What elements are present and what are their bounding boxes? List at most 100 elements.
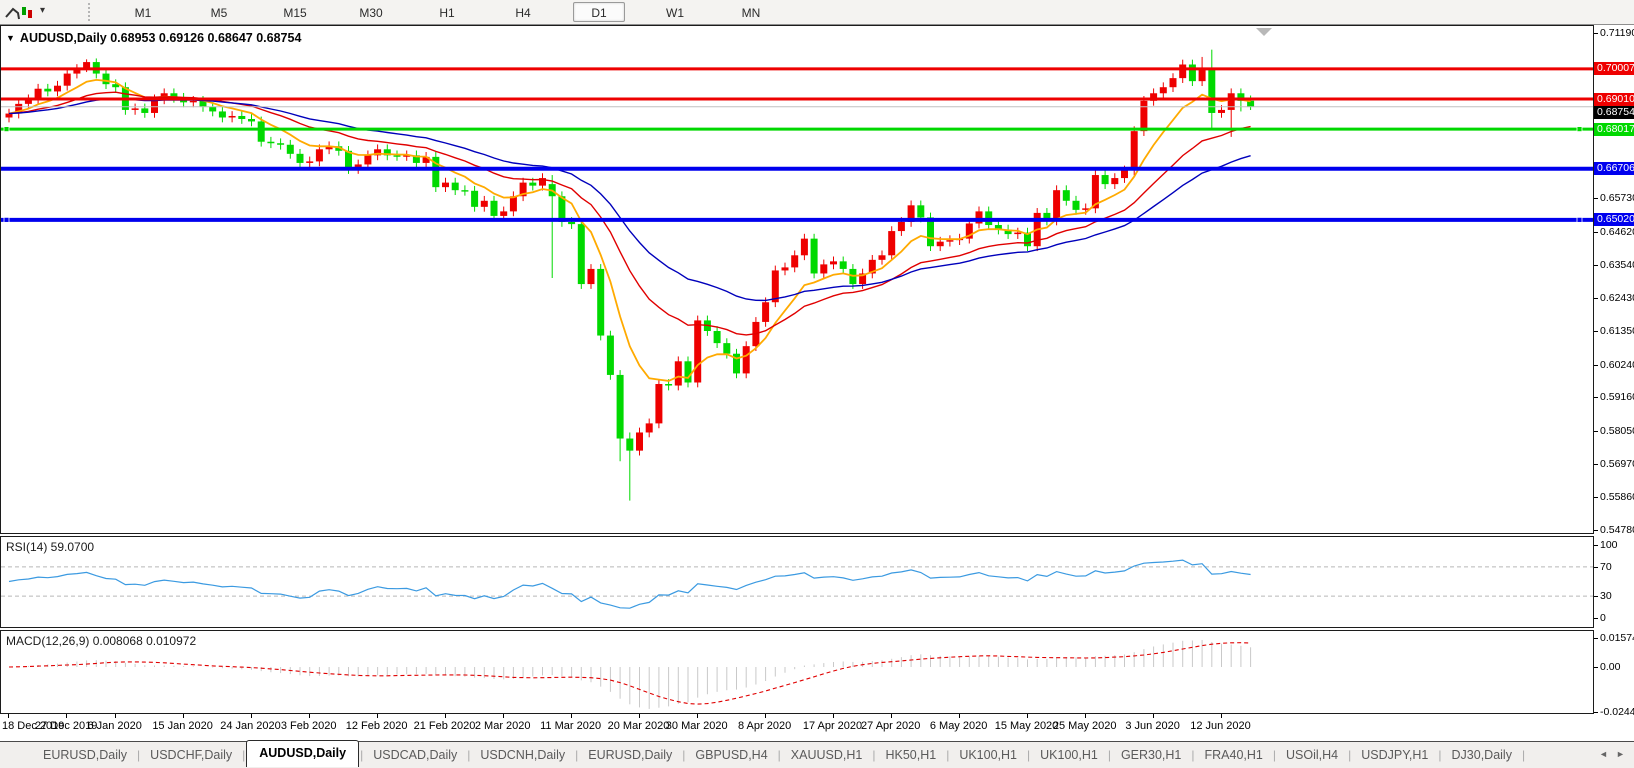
chart-tab-usdcad-daily[interactable]: USDCAD,Daily: [364, 744, 466, 766]
last-price-badge: 0.68754: [1594, 106, 1634, 119]
date-tick-label: 30 Mar 2020: [666, 720, 728, 732]
timeframe-button-m15[interactable]: M15: [269, 2, 321, 22]
price-tick: [1594, 331, 1598, 332]
chart-tab-gbpusd-h4[interactable]: GBPUSD,H4: [686, 744, 776, 766]
date-tick: [309, 714, 310, 718]
timeframe-button-mn[interactable]: MN: [725, 2, 777, 22]
line-drag-handle[interactable]: [4, 217, 9, 222]
chart-tab-hk50-h1[interactable]: HK50,H1: [876, 744, 945, 766]
price-tick-label: 0.62430: [1600, 292, 1634, 304]
date-tick-label: 20 Mar 2020: [608, 720, 670, 732]
date-tick: [1153, 714, 1154, 718]
date-tick: [833, 714, 834, 718]
chart-type-icon[interactable]: [4, 3, 34, 21]
price-line-badge-0.66706: 0.66706: [1594, 162, 1634, 175]
toolbar-grip: [88, 3, 90, 21]
price-tick: [1594, 638, 1598, 639]
macd-label: MACD(12,26,9) 0.008068 0.010972: [6, 634, 196, 648]
price-line-badge-0.69010: 0.69010: [1594, 93, 1634, 106]
chart-tab-uk100-h1[interactable]: UK100,H1: [1031, 744, 1107, 766]
candlestick-chart[interactable]: [1, 26, 1593, 533]
chart-tab-eurusd-daily[interactable]: EURUSD,Daily: [34, 744, 136, 766]
timeframe-toolbar: ▾ M1 M5 M15 M30 H1 H4 D1 W1 MN: [0, 0, 1634, 25]
collapse-triangle-icon[interactable]: ▼: [6, 33, 15, 43]
chart-tab-usdchf-daily[interactable]: USDCHF,Daily: [141, 744, 241, 766]
chart-shift-marker-icon[interactable]: [1256, 28, 1272, 36]
price-tick-label: 0.54780: [1600, 524, 1634, 536]
price-tick-label: 0.61350: [1600, 325, 1634, 337]
rsi-panel: RSI(14) 59.0700: [0, 536, 1594, 628]
line-drag-handle[interactable]: [4, 127, 9, 132]
date-tick: [891, 714, 892, 718]
timeframe-button-m5[interactable]: M5: [193, 2, 245, 22]
price-tick: [1594, 545, 1598, 546]
price-tick: [1594, 397, 1598, 398]
date-tick-label: 11 Mar 2020: [540, 720, 601, 732]
date-tick: [697, 714, 698, 718]
date-tick: [183, 714, 184, 718]
date-tick-label: 17 Apr 2020: [803, 720, 862, 732]
date-tick-label: 21 Feb 2020: [414, 720, 476, 732]
chart-tab-usoil-h4[interactable]: USOil,H4: [1277, 744, 1347, 766]
main-chart-panel: ▼ AUDUSD,Daily 0.68953 0.69126 0.68647 0.…: [0, 25, 1594, 534]
timeframe-button-h1[interactable]: H1: [421, 2, 473, 22]
timeframe-button-d1[interactable]: D1: [573, 2, 625, 22]
date-axis[interactable]: 18 Dec 201927 Dec 20196 Jan 202015 Jan 2…: [0, 714, 1594, 741]
chart-type-dropdown-icon[interactable]: ▾: [40, 5, 45, 16]
date-tick: [8, 714, 9, 718]
chart-symbol: AUDUSD,Daily: [20, 31, 107, 45]
tab-scroll-right-icon[interactable]: ►: [1616, 749, 1625, 759]
price-line-badge-0.65020: 0.65020: [1594, 213, 1634, 226]
date-tick-label: 3 Feb 2020: [281, 720, 337, 732]
mt4-window: ▾ M1 M5 M15 M30 H1 H4 D1 W1 MN ▼ AUDUSD,Daily 0.6…: [0, 0, 1634, 768]
macd-chart[interactable]: [1, 631, 1593, 713]
price-axis[interactable]: 0.711900.700800.689700.679200.668100.657…: [1594, 25, 1634, 714]
price-tick-label: 70: [1600, 561, 1612, 573]
price-tick: [1594, 530, 1598, 531]
price-tick-label: 0.58050: [1600, 425, 1634, 437]
timeframe-button-w1[interactable]: W1: [649, 2, 701, 22]
rsi-chart[interactable]: [1, 537, 1593, 627]
price-tick-label: 0.55860: [1600, 491, 1634, 503]
date-tick-label: 15 Jan 2020: [152, 720, 213, 732]
price-tick: [1594, 567, 1598, 568]
line-drag-handle[interactable]: [1577, 127, 1582, 132]
timeframe-button-m30[interactable]: M30: [345, 2, 397, 22]
date-tick-label: 25 May 2020: [1053, 720, 1117, 732]
chart-tab-dj30-daily[interactable]: DJ30,Daily: [1443, 744, 1521, 766]
date-tick-label: 24 Jan 2020: [220, 720, 281, 732]
date-tick: [959, 714, 960, 718]
date-tick-label: 12 Feb 2020: [346, 720, 408, 732]
date-tick: [377, 714, 378, 718]
price-tick: [1594, 298, 1598, 299]
price-tick-label: 0.56970: [1600, 458, 1634, 470]
chart-tab-fra40-h1[interactable]: FRA40,H1: [1196, 744, 1272, 766]
price-tick-label: 0.64620: [1600, 226, 1634, 238]
date-tick: [765, 714, 766, 718]
price-tick-label: 0.015741: [1600, 632, 1634, 644]
date-tick: [1085, 714, 1086, 718]
date-tick: [251, 714, 252, 718]
date-tick-label: 15 May 2020: [995, 720, 1059, 732]
price-tick-label: -0.02441: [1600, 706, 1634, 718]
chart-tab-audusd-daily[interactable]: AUDUSD,Daily: [246, 740, 359, 767]
price-tick: [1594, 667, 1598, 668]
macd-panel: MACD(12,26,9) 0.008068 0.010972: [0, 630, 1594, 714]
date-tick: [445, 714, 446, 718]
date-tick: [66, 714, 67, 718]
chart-tab-usdcnh-daily[interactable]: USDCNH,Daily: [471, 744, 574, 766]
timeframe-button-h4[interactable]: H4: [497, 2, 549, 22]
date-tick: [571, 714, 572, 718]
line-drag-handle[interactable]: [1577, 217, 1582, 222]
price-tick-label: 0.60240: [1600, 359, 1634, 371]
chart-title: ▼ AUDUSD,Daily 0.68953 0.69126 0.68647 0.…: [6, 31, 301, 45]
chart-tab-usdjpy-h1[interactable]: USDJPY,H1: [1352, 744, 1437, 766]
chart-ohlc-values: 0.68953 0.69126 0.68647 0.68754: [110, 31, 301, 45]
chart-tab-ger30-h1[interactable]: GER30,H1: [1112, 744, 1190, 766]
chart-tab-uk100-h1[interactable]: UK100,H1: [950, 744, 1026, 766]
chart-tab-xauusd-h1[interactable]: XAUUSD,H1: [782, 744, 872, 766]
timeframe-button-m1[interactable]: M1: [117, 2, 169, 22]
tab-scroll-left-icon[interactable]: ◄: [1599, 749, 1608, 759]
chart-tab-eurusd-daily[interactable]: EURUSD,Daily: [579, 744, 681, 766]
price-tick: [1594, 712, 1598, 713]
